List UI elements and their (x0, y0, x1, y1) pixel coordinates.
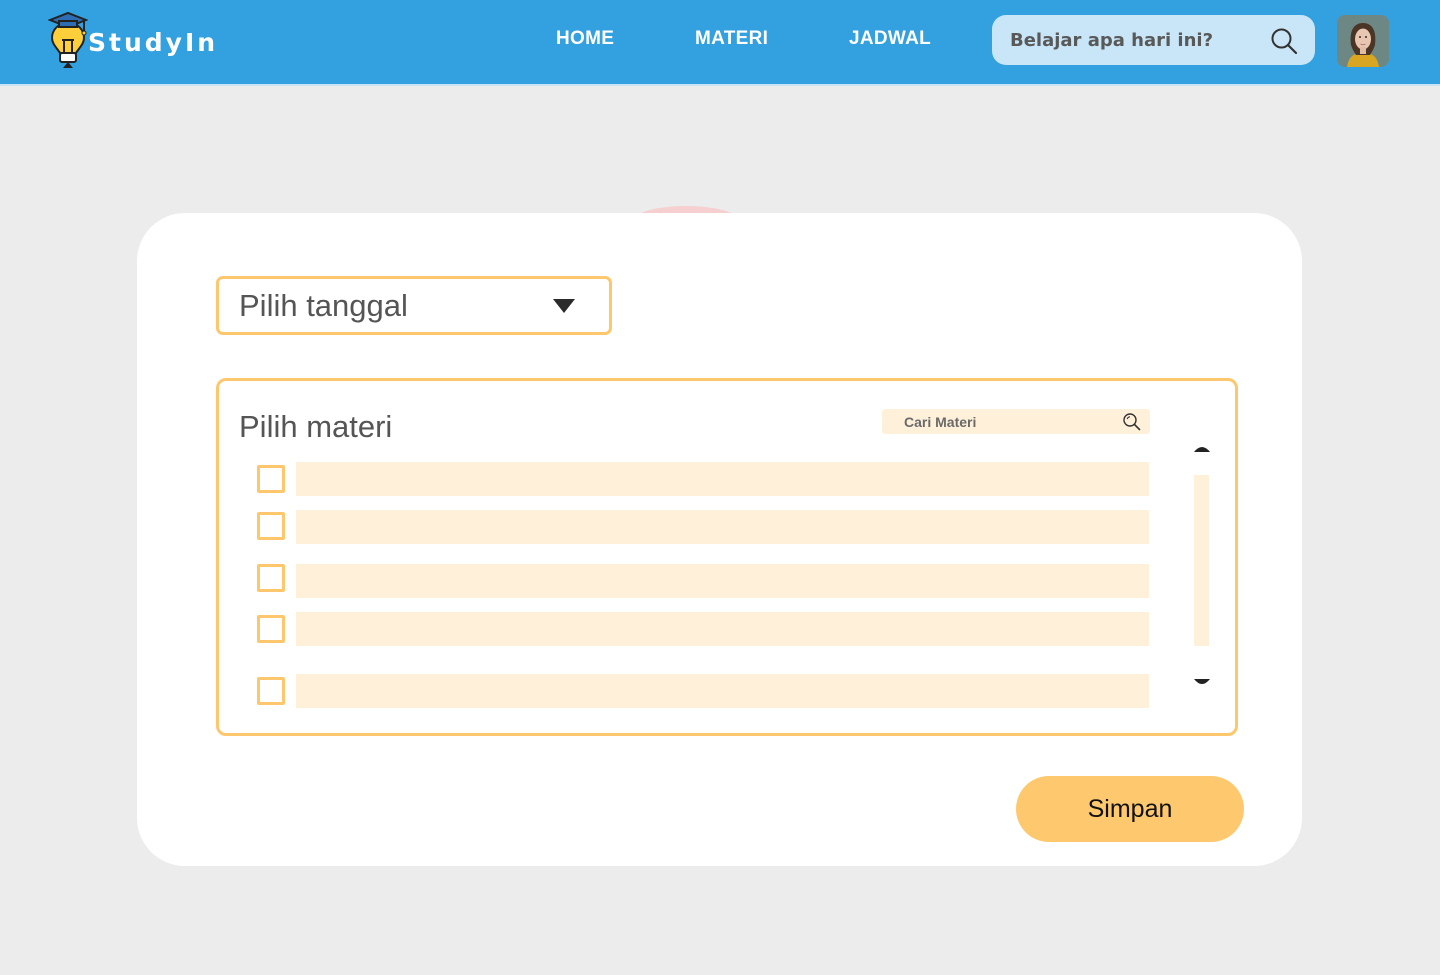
global-search (992, 15, 1315, 65)
search-icon[interactable] (1122, 412, 1141, 431)
studyin-logo[interactable]: StudyIn (48, 10, 218, 72)
search-input[interactable] (1010, 15, 1265, 65)
materi-checkbox[interactable] (257, 615, 285, 643)
materi-search (882, 409, 1150, 434)
materi-list-item[interactable] (296, 462, 1149, 496)
lightbulb-graduation-cap-icon (48, 11, 88, 68)
materi-list-item[interactable] (296, 612, 1149, 646)
scroll-up-icon[interactable] (1193, 442, 1211, 454)
materi-checkbox[interactable] (257, 677, 285, 705)
scrollbar-track[interactable] (1194, 475, 1209, 646)
search-icon[interactable] (1269, 26, 1299, 56)
user-avatar[interactable] (1337, 15, 1389, 67)
nav-materi[interactable]: MATERI (695, 28, 768, 50)
save-button[interactable]: Simpan (1016, 776, 1244, 842)
schedule-form-card: Pilih tanggal Pilih materi Cari Materi S… (137, 213, 1302, 866)
materi-list-title: Pilih materi (239, 409, 393, 444)
scroll-down-icon[interactable] (1193, 677, 1211, 689)
materi-search-input[interactable] (904, 409, 1114, 434)
nav-home[interactable]: HOME (556, 28, 614, 50)
materi-list-panel: Pilih materi (216, 378, 1238, 736)
materi-list-item[interactable] (296, 674, 1149, 708)
top-navbar: StudyIn HOME MATERI JADWAL (0, 0, 1440, 86)
materi-checkbox[interactable] (257, 564, 285, 592)
date-select-label: Pilih tanggal (239, 288, 408, 323)
nav-jadwal[interactable]: JADWAL (849, 28, 931, 50)
materi-checkbox[interactable] (257, 512, 285, 540)
avatar-photo-icon (1337, 15, 1389, 67)
chevron-down-icon (553, 299, 575, 313)
brand-name: StudyIn (88, 28, 219, 57)
date-select[interactable]: Pilih tanggal (216, 276, 612, 335)
materi-list-item[interactable] (296, 564, 1149, 598)
materi-checkbox[interactable] (257, 465, 285, 493)
materi-list-item[interactable] (296, 510, 1149, 544)
